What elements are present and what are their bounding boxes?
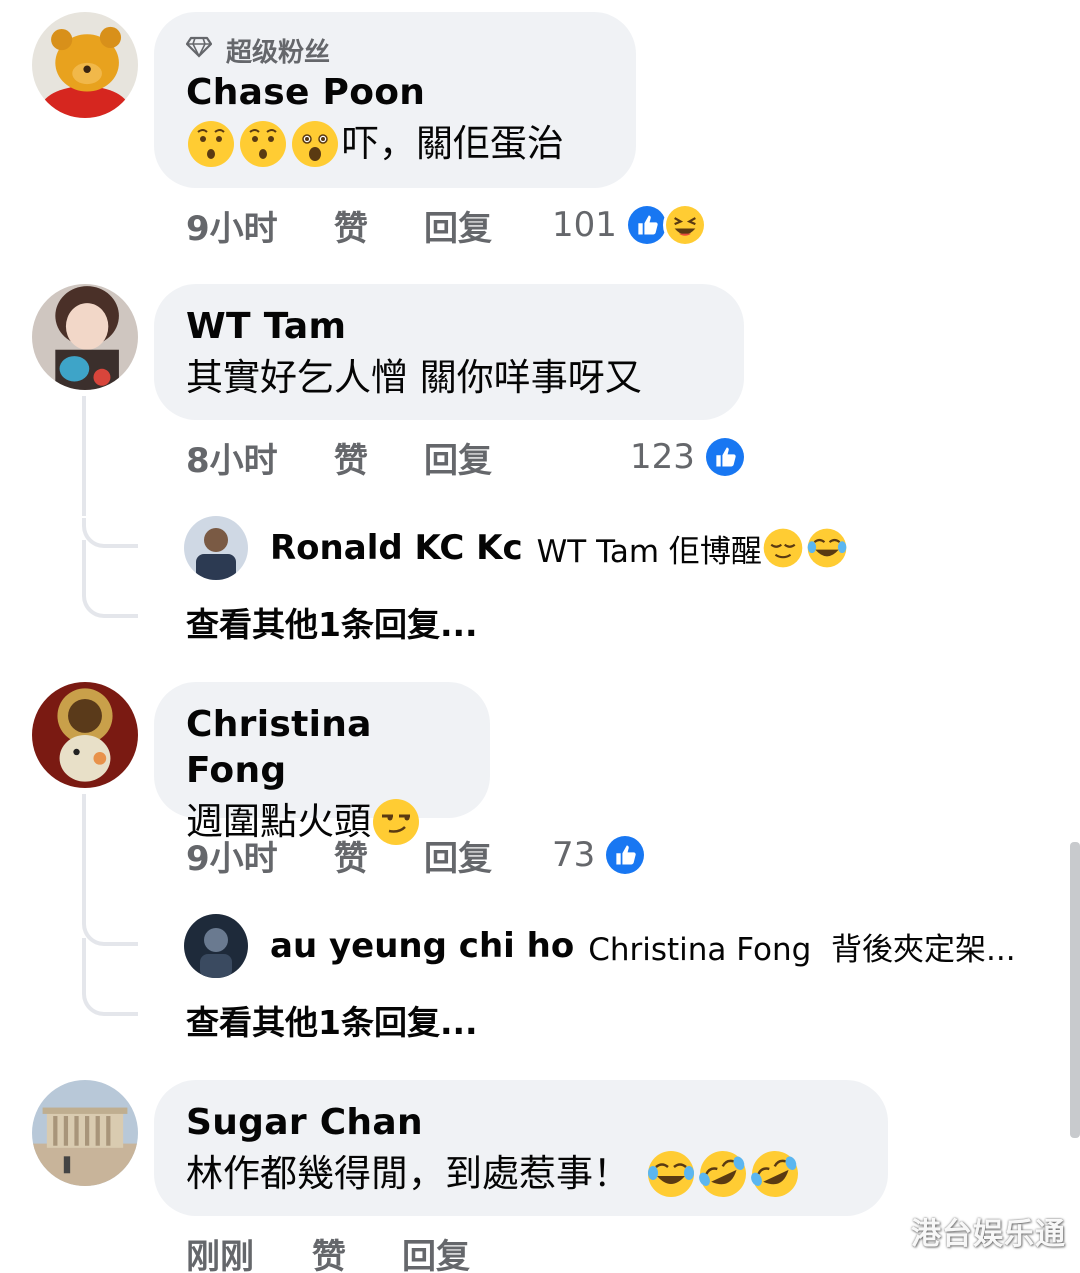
avatar[interactable] (32, 1080, 138, 1186)
relieved-face-icon (762, 527, 804, 569)
hushed-face-icon (238, 119, 288, 169)
like-button[interactable]: 赞 (312, 1229, 402, 1273)
thread-line (82, 794, 86, 916)
thread-branch (82, 916, 138, 946)
thread-branch (82, 518, 138, 548)
comment-author[interactable]: WT Tam (186, 304, 710, 350)
like-reaction-icon (603, 833, 648, 877)
comment-actions: 9小时 赞 回复 101 (186, 200, 707, 250)
avatar[interactable] (32, 284, 138, 390)
badge-label: 超级粉丝 (226, 37, 331, 68)
reaction-count: 123 (630, 437, 695, 477)
comment-author[interactable]: Sugar Chan (186, 1100, 854, 1146)
reactions-summary[interactable]: 101 (552, 203, 707, 247)
timestamp[interactable]: 9小时 (186, 201, 334, 250)
comment-actions: 8小时 赞 回复 123 (186, 432, 747, 482)
comment-text: 其實好乞人憎 關你咩事呀又 (186, 350, 710, 406)
scrollbar[interactable] (1070, 842, 1080, 1138)
diamond-icon (185, 35, 213, 65)
top-fan-badge: 超级粉丝 (185, 32, 602, 68)
reaction-count: 73 (552, 835, 596, 875)
comment-bubble: Christina Fong 週圍點火頭 (154, 682, 490, 845)
reply-button[interactable]: 回复 (424, 201, 552, 250)
rolling-laughing-icon (698, 1149, 748, 1199)
reply-author[interactable]: Ronald KC Kc (270, 528, 523, 568)
reply-preview[interactable]: au yeung chi ho Christina Fong 背後夾定架... (184, 914, 1016, 978)
reply-text: WT Tam 佢博醒 (537, 526, 850, 571)
comment-bubble: 超级粉丝 Chase Poon 吓，關佢蛋治 (154, 12, 636, 188)
comment-actions: 9小时 赞 回复 73 (186, 830, 648, 880)
reactions-summary[interactable]: 123 (630, 435, 747, 479)
comment-bubble: Sugar Chan 林作都幾得閒，到處惹事！ (154, 1080, 888, 1216)
astonished-face-icon (290, 119, 340, 169)
timestamp[interactable]: 9小时 (186, 831, 334, 880)
thread-branch (82, 588, 138, 618)
tears-of-joy-icon (806, 527, 848, 569)
comment-text: 吓，關佢蛋治 (186, 116, 602, 172)
like-button[interactable]: 赞 (334, 433, 424, 482)
reply-author[interactable]: au yeung chi ho (270, 926, 574, 966)
avatar[interactable] (32, 682, 138, 788)
reply-preview[interactable]: Ronald KC Kc WT Tam 佢博醒 (184, 516, 850, 580)
like-button[interactable]: 赞 (334, 831, 424, 880)
comment-text-content: 其實好乞人憎 關你咩事呀又 (186, 356, 642, 399)
reply-button[interactable]: 回复 (402, 1229, 530, 1273)
reply-button[interactable]: 回复 (424, 831, 552, 880)
comment-text-content: 吓，關佢蛋治 (342, 122, 564, 165)
comment-author[interactable]: Chase Poon (186, 70, 602, 116)
thread-line (82, 938, 86, 988)
avatar[interactable] (184, 914, 248, 978)
comment-text-content: 林作都幾得閒，到處惹事！ (186, 1152, 630, 1195)
reply-text: Christina Fong 背後夾定架... (588, 931, 1016, 968)
tears-of-joy-icon (646, 1149, 696, 1199)
comment-bubble: WT Tam 其實好乞人憎 關你咩事呀又 (154, 284, 744, 420)
reaction-count: 101 (552, 205, 617, 245)
comment-author[interactable]: Christina Fong (186, 702, 456, 794)
view-more-replies-link[interactable]: 查看其他1条回复... (186, 598, 478, 646)
timestamp[interactable]: 8小时 (186, 433, 334, 482)
hushed-face-icon (186, 119, 236, 169)
watermark: 港台娱乐通 (911, 1217, 1066, 1252)
avatar[interactable] (32, 12, 138, 118)
timestamp[interactable]: 刚刚 (186, 1229, 312, 1273)
comment-text: 林作都幾得閒，到處惹事！ (186, 1146, 854, 1202)
reply-text-content: WT Tam 佢博醒 (536, 533, 762, 570)
thread-line (82, 396, 86, 516)
thread-branch (82, 986, 138, 1016)
thread-line (82, 540, 86, 590)
reply-button[interactable]: 回复 (424, 433, 630, 482)
comment-actions: 刚刚 赞 回复 (186, 1228, 530, 1273)
reactions-summary[interactable]: 73 (552, 833, 648, 877)
avatar[interactable] (184, 516, 248, 580)
laugh-reaction-icon (662, 203, 707, 247)
like-button[interactable]: 赞 (334, 201, 424, 250)
like-reaction-icon (702, 435, 747, 479)
view-more-replies-link[interactable]: 查看其他1条回复... (186, 996, 478, 1044)
rolling-laughing-icon (750, 1149, 800, 1199)
